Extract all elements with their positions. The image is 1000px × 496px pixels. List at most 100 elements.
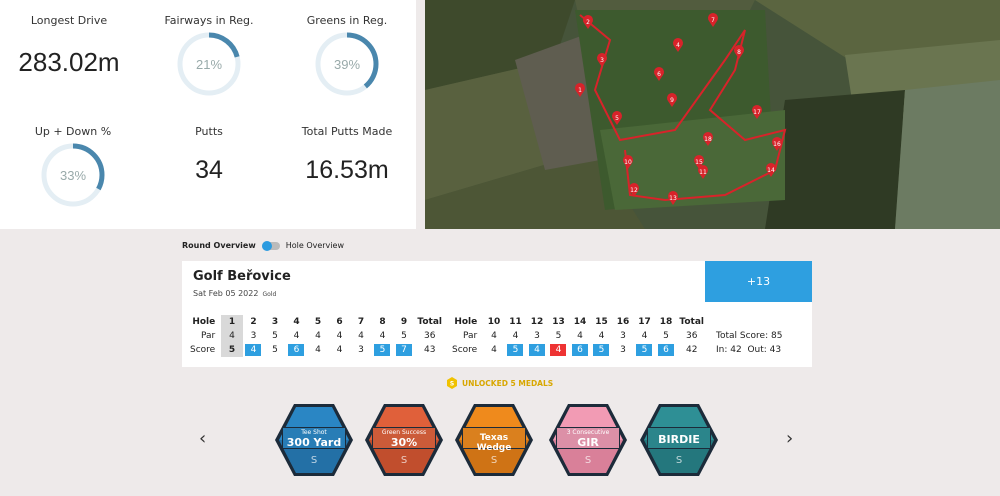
hole-cell: 1 <box>221 315 243 329</box>
scorecard-row-score: Score 5 4 5 6 4 4 3 5 7 43 <box>190 343 445 357</box>
hole-overview-label[interactable]: Hole Overview <box>286 241 344 250</box>
par-cell: 4 <box>491 331 497 341</box>
svg-text:S: S <box>585 455 591 466</box>
score-cell: 5 <box>372 343 394 357</box>
score-cell: 3 <box>620 345 626 355</box>
score-cell: 6 <box>286 343 308 357</box>
par-cell: 3 <box>620 331 626 341</box>
score-cell: 5 <box>634 343 656 357</box>
stat-value: 16.53m <box>305 156 389 184</box>
svg-text:3: 3 <box>600 57 604 64</box>
hole-cell: 15 <box>595 317 608 327</box>
hole-cell: 18 <box>659 317 673 327</box>
fairways-ring: 21% <box>177 32 241 96</box>
svg-text:S: S <box>676 455 682 466</box>
stats-panel: Longest Drive 283.02m Fairways in Reg. 2… <box>0 0 416 229</box>
stat-label: Fairways in Reg. <box>164 14 254 27</box>
svg-text:11: 11 <box>699 169 707 176</box>
medals-header: S UNLOCKED 5 MEDALS <box>446 377 553 389</box>
par-cell: 5 <box>272 331 278 341</box>
in-out: In: 42 Out: 43 <box>716 343 782 357</box>
hole-cell: 5 <box>314 317 322 327</box>
hole-cell: 6 <box>336 317 343 327</box>
par-cell: 5 <box>555 331 562 341</box>
hole-total: Total <box>679 317 705 327</box>
svg-text:14: 14 <box>767 167 775 174</box>
par-total: 36 <box>685 331 698 341</box>
hole-cell: 12 <box>530 317 544 327</box>
view-switch[interactable] <box>261 240 280 251</box>
svg-text:15: 15 <box>695 159 703 166</box>
par-cell: 4 <box>358 331 364 341</box>
prev-arrow[interactable]: ‹ <box>199 428 206 449</box>
score-cell: 3 <box>358 345 364 355</box>
medal-small-label: Green Success <box>381 429 427 436</box>
score-cell: 5 <box>272 345 278 355</box>
svg-text:2: 2 <box>586 19 590 26</box>
satellite-map: 123456789101112131415161718 <box>425 0 1000 229</box>
stat-putts: Putts 34 <box>140 125 278 185</box>
svg-text:10: 10 <box>624 159 632 166</box>
medal-big-label: 30% <box>390 436 418 449</box>
par-cell: 5 <box>663 331 669 341</box>
date-text: Sat Feb 05 2022 <box>193 289 259 298</box>
stat-value: 283.02m <box>18 47 120 77</box>
hole-cell: 13 <box>552 317 565 327</box>
medal-big-label: Texas Wedge <box>476 433 512 453</box>
scorecard-row-hole: Hole 10 11 12 13 14 15 16 17 18 Total <box>452 315 707 329</box>
view-toggle[interactable]: Round Overview Hole Overview <box>182 240 344 251</box>
hole-cell: 14 <box>573 317 587 327</box>
hole-label: Hole <box>192 317 216 327</box>
medal-5[interactable]: S BIRDIE <box>639 403 719 477</box>
score-cell: 6 <box>569 343 591 357</box>
par-cell: 3 <box>534 331 540 341</box>
svg-text:4: 4 <box>676 42 680 49</box>
svg-text:S: S <box>450 381 454 388</box>
stat-label: Greens in Reg. <box>306 14 388 27</box>
stat-greens: Greens in Reg. 39% <box>278 14 416 97</box>
score-cell: 4 <box>548 343 570 357</box>
score-label: Score <box>452 345 478 355</box>
scorecard: Golf Beřovice Sat Feb 05 2022 Gold +13 Ho… <box>182 261 812 367</box>
up-down-ring: 33% <box>41 143 105 207</box>
hole-cell: 17 <box>638 317 651 327</box>
ring-value: 21% <box>196 57 222 72</box>
front-nine-table: Hole 1 2 3 4 5 6 7 8 9 Total Par 4 3 5 4 4 4 4 4 5 36 Score 5 4 5… <box>190 315 445 357</box>
medal-3[interactable]: S Texas Wedge <box>454 403 534 477</box>
par-cell: 4 <box>512 331 519 341</box>
stat-up-down: Up + Down % 33% <box>4 125 142 208</box>
hole-cell: 3 <box>271 317 279 327</box>
totals: Total Score: 85 In: 42 Out: 43 <box>716 329 782 357</box>
stat-label: Up + Down % <box>34 125 112 138</box>
score-cell: 4 <box>315 345 321 355</box>
par-cell: 4 <box>315 331 321 341</box>
round-date: Sat Feb 05 2022 Gold <box>193 289 276 298</box>
medal-4[interactable]: S 3 Consecutive GIR <box>548 403 628 477</box>
par-cell: 4 <box>379 331 386 341</box>
greens-ring: 39% <box>315 32 379 96</box>
par-cell: 4 <box>641 331 648 341</box>
medal-1[interactable]: S Tee Shot 300 Yard <box>274 403 354 477</box>
medal-big-label: 300 Yard <box>286 436 342 449</box>
svg-text:16: 16 <box>773 141 781 148</box>
score-total: 43 <box>423 345 436 355</box>
score-cell: 5 <box>591 343 613 357</box>
course-map[interactable]: 1 2 3 4 5 6 7 8 9 10 11 12 13 14 15 16 17 18 <box>425 0 1000 229</box>
total-score: Total Score: 85 <box>716 331 783 341</box>
medal-2[interactable]: S Green Success 30% <box>364 403 444 477</box>
score-label: Score <box>190 345 216 355</box>
par-cell: 3 <box>250 331 257 341</box>
medals-title-text: UNLOCKED 5 MEDALS <box>462 378 554 388</box>
score-cell: 6 <box>655 343 677 357</box>
scorecard-row-score: Score 4 5 4 4 6 5 3 5 6 42 <box>452 343 707 357</box>
score-cell: 4 <box>243 343 265 357</box>
score-total: 42 <box>685 345 698 355</box>
in-score: In: 42 <box>716 345 742 355</box>
next-arrow[interactable]: › <box>786 428 793 449</box>
out-score: Out: 43 <box>747 345 782 355</box>
medal-small-label: 3 Consecutive <box>566 429 610 436</box>
round-overview-label[interactable]: Round Overview <box>182 241 256 250</box>
hole-cell: 7 <box>357 317 365 327</box>
score-cell: 5 <box>505 343 527 357</box>
par-label: Par <box>200 331 216 341</box>
